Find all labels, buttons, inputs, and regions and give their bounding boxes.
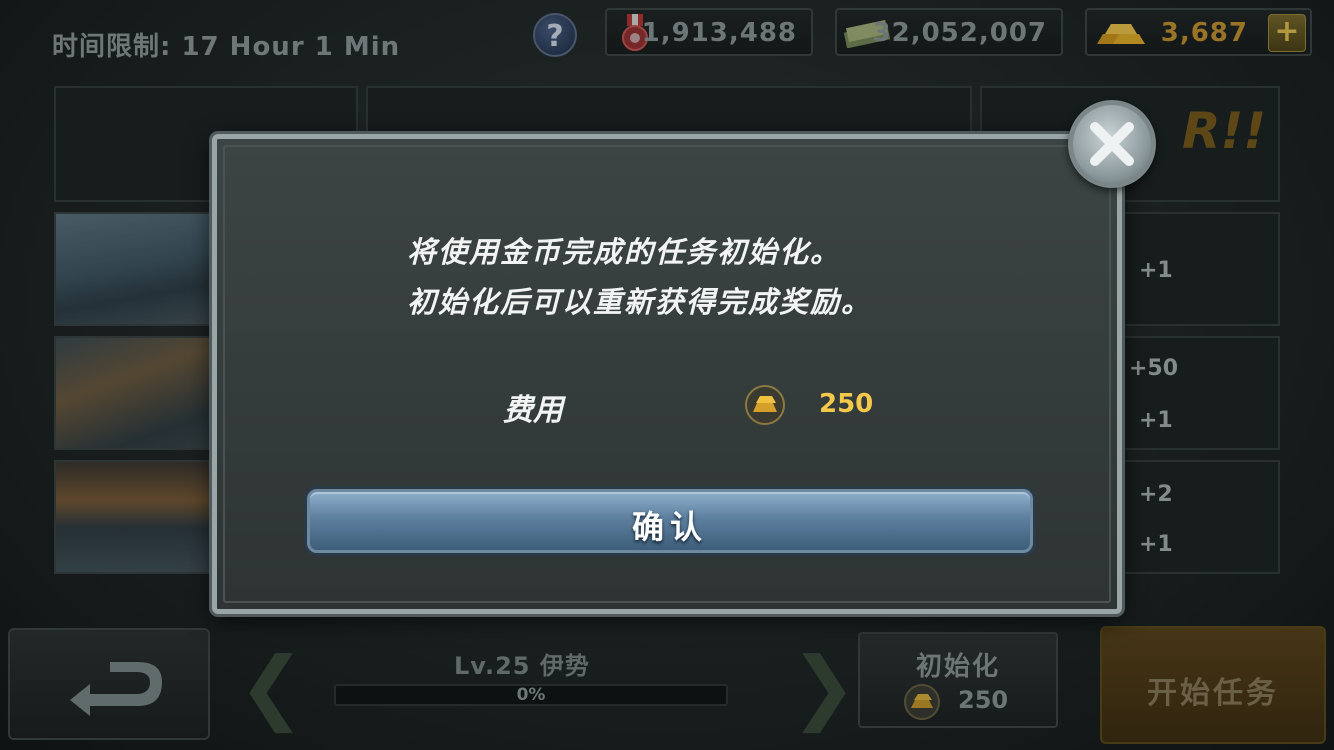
dialog-message-line: 初始化后可以重新获得完成奖励。 — [407, 285, 873, 319]
confirm-button[interactable]: 确认 — [307, 489, 1033, 553]
cost-value: 250 — [819, 389, 874, 419]
cost-label: 费用 — [503, 393, 563, 428]
close-dialog-button[interactable] — [1068, 100, 1156, 188]
confirm-label: 确认 — [631, 508, 708, 546]
dialog-message: 将使用金币完成的任务初始化。 初始化后可以重新获得完成奖励。 — [407, 227, 872, 327]
dialog-message-line: 将使用金币完成的任务初始化。 — [407, 235, 842, 269]
gold-coin-icon — [745, 385, 785, 425]
reset-confirm-dialog: 将使用金币完成的任务初始化。 初始化后可以重新获得完成奖励。 费用 250 确认 — [212, 134, 1122, 614]
close-icon — [1090, 122, 1134, 166]
